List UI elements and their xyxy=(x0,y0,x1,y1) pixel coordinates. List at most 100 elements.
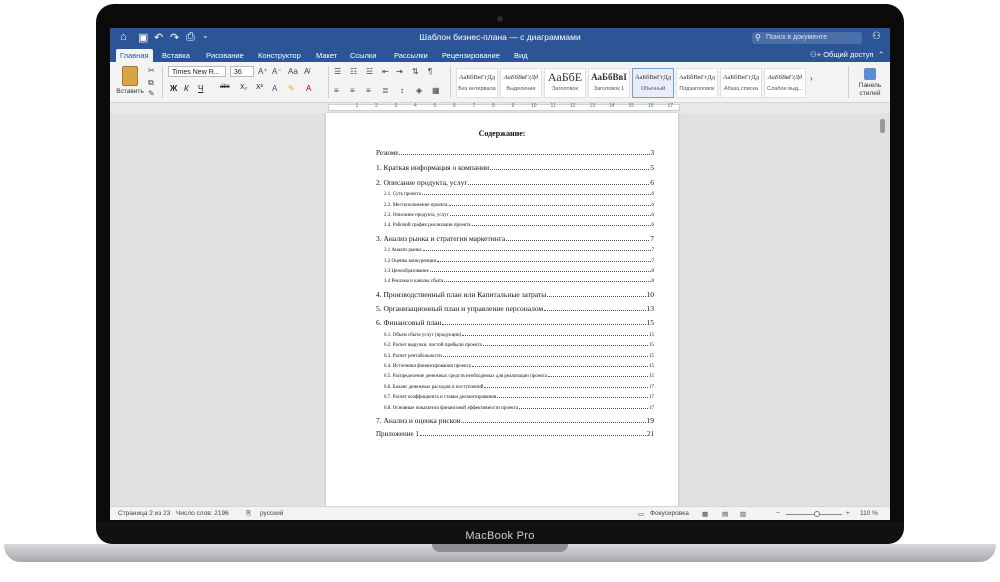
toc-entry[interactable]: Приложение 1 21 xyxy=(376,430,654,444)
zoom-slider-knob[interactable] xyxy=(813,511,820,517)
toc-entry[interactable]: 6.6. Баланс денежных расходов и поступле… xyxy=(376,385,654,395)
align-left-icon[interactable]: ≡ xyxy=(334,86,339,95)
toc-entry[interactable]: 2.4. Рабочий график реализации проекта 6 xyxy=(376,223,654,233)
ruler[interactable]: 1 2 3 4 5 6 7 8 9 10 11 12 13 14 15 16 17 xyxy=(110,103,890,113)
tab-review[interactable]: Рецензирование xyxy=(438,49,504,62)
toc-entry[interactable]: 3.4 Реклама и каналы сбыта 8 xyxy=(376,279,654,289)
text-effects-icon[interactable]: A xyxy=(272,84,277,93)
copy-icon[interactable]: ⧉ xyxy=(148,78,154,88)
font-name-select[interactable]: Times New R... xyxy=(168,66,226,77)
sort-icon[interactable]: ⇅ xyxy=(412,67,419,76)
print-layout-icon[interactable]: ▦ xyxy=(702,510,708,518)
web-layout-icon[interactable]: ▤ xyxy=(722,510,728,518)
line-spacing-icon[interactable]: ↕ xyxy=(400,86,404,95)
zoom-level[interactable]: 110 % xyxy=(860,510,878,517)
style-subtitle[interactable]: АаБбВвГгДд Подзаголовок xyxy=(676,68,718,98)
read-mode-icon[interactable]: ▥ xyxy=(740,510,746,518)
style-list-paragraph[interactable]: АаБбВвГгДд Абзац списка xyxy=(720,68,762,98)
tab-design[interactable]: Конструктор xyxy=(254,49,305,62)
tab-view[interactable]: Вид xyxy=(510,49,532,62)
grow-font-icon[interactable]: A⁺ xyxy=(258,67,268,76)
paste-button[interactable]: Вставить xyxy=(116,66,144,95)
toc-entry[interactable]: 2. Описание продукта, услуг 6 xyxy=(376,178,654,192)
toc-entry[interactable]: 7. Анализ и оценка рисков 19 xyxy=(376,416,654,430)
tab-home[interactable]: Главная xyxy=(116,49,153,62)
clear-formatting-icon[interactable]: A̸ xyxy=(304,67,309,76)
justify-icon[interactable]: ≣ xyxy=(382,86,389,95)
tab-layout[interactable]: Макет xyxy=(312,49,341,62)
style-subtle-emphasis[interactable]: АаБбВвГгДд Слабое выд... xyxy=(764,68,806,98)
superscript-icon[interactable]: X² xyxy=(256,84,263,91)
vertical-scrollbar[interactable] xyxy=(880,119,885,133)
zoom-out-icon[interactable]: − xyxy=(776,510,780,517)
toc-entry[interactable]: 6.1. Объем сбыта услуг (продукции) 15 xyxy=(376,333,654,343)
ruler-tick-label: 2 xyxy=(375,103,378,109)
share-button[interactable]: ⚇+ Общий доступ xyxy=(810,50,874,59)
bullets-icon[interactable]: ☰ xyxy=(334,67,341,76)
toc-entry[interactable]: 6.4. Источники финансирования проекта 15 xyxy=(376,364,654,374)
chevron-right-icon[interactable]: › xyxy=(810,74,813,83)
toc-entry[interactable]: 6.2. Расчет выручки, чистой прибыли прое… xyxy=(376,343,654,353)
borders-icon[interactable]: ▦ xyxy=(432,86,440,95)
toc-entry[interactable]: 6.8. Основные показатели финансовой эффе… xyxy=(376,406,654,416)
tab-draw[interactable]: Рисование xyxy=(202,49,248,62)
search-input[interactable]: ⚲ Поиск в документе xyxy=(752,32,862,44)
focus-mode[interactable]: Фокусировка xyxy=(650,510,689,517)
align-right-icon[interactable]: ≡ xyxy=(366,86,371,95)
decrease-indent-icon[interactable]: ⇤ xyxy=(382,67,389,76)
word-count[interactable]: Число слов: 2196 xyxy=(176,510,229,517)
toc-entry[interactable]: 5. Организационный план и управление пер… xyxy=(376,304,654,318)
collapse-ribbon-icon[interactable]: ⌃ xyxy=(878,50,884,59)
style-emphasis[interactable]: АаБбВвГгДд Выделение xyxy=(500,68,542,98)
toc-entry[interactable]: 6.7. Расчет коэффициента и ставки дискон… xyxy=(376,395,654,405)
paragraph-marks-icon[interactable]: ¶ xyxy=(428,67,432,76)
tab-references[interactable]: Ссылки xyxy=(346,49,380,62)
style-title[interactable]: АаБбЕ Заголовок xyxy=(544,68,586,98)
page-count[interactable]: Страница 2 из 23 xyxy=(118,510,170,517)
toc-entry[interactable]: 1. Краткая информация о компании 5 xyxy=(376,163,654,177)
toc-entry[interactable]: 2.1. Суть проекта 6 xyxy=(376,192,654,202)
tab-mailings[interactable]: Рассылки xyxy=(390,49,432,62)
cut-icon[interactable]: ✂ xyxy=(148,66,155,75)
styles-pane-button[interactable]: Панель стилей xyxy=(854,68,886,98)
align-center-icon[interactable]: ≡ xyxy=(350,86,355,95)
toc-entry[interactable]: 4. Производственный план или Капитальные… xyxy=(376,290,654,304)
font-size-select[interactable]: 36 xyxy=(230,66,254,77)
style-no-spacing[interactable]: АаБбВвГгДд Без интервала xyxy=(456,68,498,98)
focus-icon[interactable]: ▭ xyxy=(638,510,644,518)
toc-entry[interactable]: 3.3 Ценообразование 8 xyxy=(376,269,654,279)
document-page[interactable]: Содержание: Резюме 3 1. Краткая информация… xyxy=(326,113,678,506)
style-heading-1[interactable]: АаБбВвI Заголовок 1 xyxy=(588,68,630,98)
tab-insert[interactable]: Вставка xyxy=(158,49,194,62)
toc-entry[interactable]: Резюме 3 xyxy=(376,149,654,163)
shrink-font-icon[interactable]: A⁻ xyxy=(272,67,282,76)
toc-entry[interactable]: 2.3. Описание продукта, услуг 6 xyxy=(376,213,654,223)
toc-entry[interactable]: 6. Финансовый план 15 xyxy=(376,318,654,332)
toc-entry[interactable]: 6.3. Расчет рентабельности 15 xyxy=(376,354,654,364)
toc-entry[interactable]: 6.5. Распределение денежных средств необ… xyxy=(376,374,654,384)
subscript-icon[interactable]: X₂ xyxy=(240,84,247,91)
style-sample: АаБбВвI xyxy=(591,72,627,82)
increase-indent-icon[interactable]: ⇥ xyxy=(396,67,403,76)
proofing-icon[interactable]: ⎘ xyxy=(246,510,251,518)
italic-icon[interactable]: К xyxy=(184,84,189,93)
highlight-icon[interactable]: ✎ xyxy=(288,84,295,93)
toc-entry[interactable]: 3.1 Анализ рынка 7 xyxy=(376,248,654,258)
language[interactable]: русский xyxy=(260,510,283,517)
toc-entry[interactable]: 3. Анализ рынка и стратегия маркетинга 7 xyxy=(376,234,654,248)
font-color-icon[interactable]: A xyxy=(306,84,311,93)
strikethrough-icon[interactable]: abc xyxy=(220,84,230,90)
numbering-icon[interactable]: ☷ xyxy=(350,67,357,76)
toc-entry[interactable]: 3.2 Оценка конкуренции 7 xyxy=(376,259,654,269)
underline-icon[interactable]: Ч xyxy=(198,84,203,93)
shading-icon[interactable]: ◈ xyxy=(416,86,422,95)
zoom-in-icon[interactable]: + xyxy=(846,510,850,517)
bold-icon[interactable]: Ж xyxy=(170,84,177,93)
user-icon[interactable]: ⚇ xyxy=(872,31,881,42)
format-painter-icon[interactable]: ✎ xyxy=(148,89,155,98)
toc-entry-text: 3.4 Реклама и каналы сбыта xyxy=(384,279,444,285)
toc-entry[interactable]: 2.2. Местоположение проекта 6 xyxy=(376,203,654,213)
multilevel-list-icon[interactable]: ☱ xyxy=(366,67,373,76)
change-case-icon[interactable]: Aa xyxy=(288,67,298,76)
style-normal[interactable]: АаБбВвГгДд Обычный xyxy=(632,68,674,98)
